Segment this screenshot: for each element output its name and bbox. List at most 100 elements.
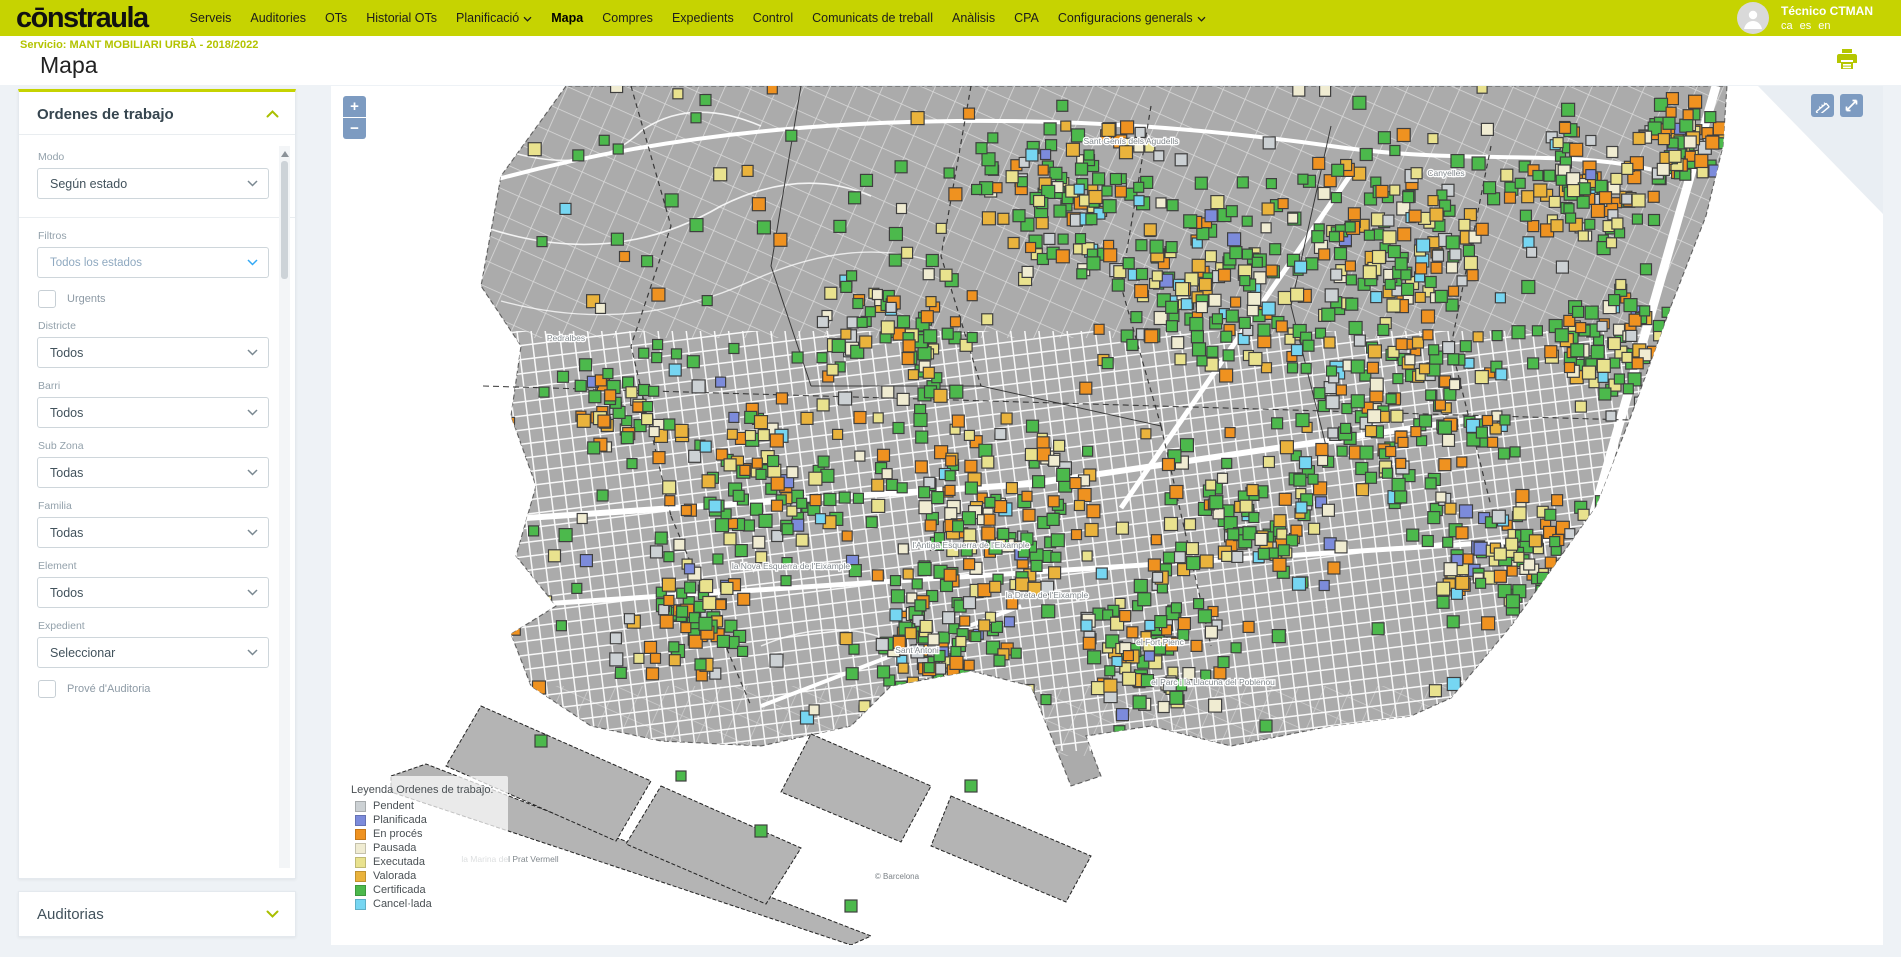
ot-marker[interactable]: [752, 458, 762, 468]
ot-marker[interactable]: [1459, 219, 1470, 230]
nav-item-comunicats-de-treball[interactable]: Comunicats de treball: [812, 11, 933, 25]
ot-marker[interactable]: [1306, 258, 1318, 270]
ot-marker[interactable]: [1409, 210, 1421, 222]
ot-marker[interactable]: [1300, 457, 1312, 469]
ot-marker[interactable]: [1242, 216, 1252, 226]
ot-marker[interactable]: [882, 469, 892, 479]
ot-marker[interactable]: [1117, 709, 1129, 721]
ot-marker[interactable]: [1205, 626, 1217, 638]
ot-marker[interactable]: [971, 632, 981, 642]
ot-marker[interactable]: [1622, 352, 1632, 362]
ot-marker[interactable]: [992, 183, 1002, 193]
ot-marker[interactable]: [946, 456, 956, 466]
ot-marker[interactable]: [942, 328, 953, 339]
ot-marker[interactable]: [1550, 537, 1560, 547]
ot-marker[interactable]: [1534, 184, 1547, 197]
ot-marker[interactable]: [782, 524, 793, 535]
work-orders-panel-header[interactable]: Ordenes de trabajo: [19, 92, 295, 135]
ot-marker[interactable]: [1016, 578, 1029, 591]
ot-marker[interactable]: [1585, 306, 1598, 319]
ot-marker[interactable]: [1648, 191, 1659, 202]
ot-marker[interactable]: [1324, 337, 1335, 348]
ot-marker[interactable]: [1495, 293, 1505, 303]
ot-marker[interactable]: [1450, 249, 1461, 260]
ot-marker[interactable]: [575, 380, 586, 391]
ot-marker[interactable]: [1349, 322, 1362, 335]
ot-marker[interactable]: [1150, 240, 1163, 253]
ot-marker[interactable]: [549, 550, 561, 562]
ot-marker[interactable]: [1102, 123, 1115, 136]
ot-marker[interactable]: [1237, 177, 1248, 188]
ot-marker[interactable]: [994, 655, 1005, 666]
ot-marker[interactable]: [1280, 441, 1293, 454]
urgents-checkbox[interactable]: Urgents: [38, 290, 269, 308]
ot-marker[interactable]: [1041, 150, 1051, 160]
ot-marker[interactable]: [1360, 149, 1372, 161]
ot-marker[interactable]: [964, 559, 975, 570]
ot-marker[interactable]: [787, 506, 797, 516]
ot-marker[interactable]: [1212, 314, 1222, 324]
ot-marker[interactable]: [1583, 366, 1596, 379]
ot-marker[interactable]: [663, 481, 676, 494]
ot-marker[interactable]: [1515, 178, 1525, 188]
ot-marker[interactable]: [1501, 169, 1513, 181]
ot-marker[interactable]: [1031, 560, 1042, 571]
nav-item-control[interactable]: Control: [753, 11, 793, 25]
ot-marker[interactable]: [853, 493, 863, 503]
ot-marker[interactable]: [1549, 196, 1560, 207]
ot-marker[interactable]: [649, 386, 659, 396]
ot-marker[interactable]: [1049, 455, 1060, 466]
ot-marker[interactable]: [1263, 137, 1275, 149]
ot-marker[interactable]: [1364, 230, 1374, 240]
ot-marker[interactable]: [729, 412, 739, 422]
ot-marker[interactable]: [1405, 355, 1415, 365]
ot-marker[interactable]: [1036, 217, 1048, 229]
ot-marker[interactable]: [1611, 173, 1622, 184]
ot-marker[interactable]: [1496, 369, 1507, 380]
ot-marker[interactable]: [1429, 685, 1441, 697]
ot-marker[interactable]: [745, 431, 755, 441]
ot-marker[interactable]: [849, 192, 861, 204]
ot-marker[interactable]: [809, 472, 822, 485]
ot-marker[interactable]: [1448, 354, 1459, 365]
ot-marker[interactable]: [1176, 283, 1189, 296]
ot-marker[interactable]: [797, 498, 807, 508]
ot-marker[interactable]: [1426, 390, 1436, 400]
ot-marker[interactable]: [1477, 86, 1487, 93]
ot-marker[interactable]: [1174, 552, 1185, 563]
ot-marker[interactable]: [1411, 168, 1422, 179]
ot-marker[interactable]: [924, 330, 937, 343]
ot-marker[interactable]: [1197, 228, 1209, 240]
ot-marker[interactable]: [1144, 651, 1154, 661]
ot-marker[interactable]: [577, 514, 587, 524]
ot-marker[interactable]: [1616, 280, 1626, 290]
ot-marker[interactable]: [898, 316, 910, 328]
ot-marker[interactable]: [951, 647, 961, 657]
ot-marker[interactable]: [716, 519, 729, 532]
nav-item-serveis[interactable]: Serveis: [190, 11, 232, 25]
ot-marker[interactable]: [1397, 129, 1410, 142]
ot-marker[interactable]: [1272, 418, 1283, 429]
ot-marker[interactable]: [944, 569, 956, 581]
ot-marker[interactable]: [1278, 292, 1291, 305]
ot-marker[interactable]: [1450, 380, 1460, 390]
ot-marker[interactable]: [626, 387, 637, 398]
zoom-out-button[interactable]: −: [343, 118, 366, 139]
ot-marker[interactable]: [1240, 276, 1250, 286]
nav-item-cpa[interactable]: CPA: [1014, 11, 1039, 25]
ot-marker[interactable]: [1514, 552, 1524, 562]
ot-marker[interactable]: [982, 212, 995, 225]
ot-marker[interactable]: [878, 666, 890, 678]
ot-marker[interactable]: [1170, 486, 1183, 499]
ot-marker[interactable]: [1528, 358, 1539, 369]
ot-marker[interactable]: [1042, 605, 1055, 618]
ot-marker[interactable]: [1133, 696, 1146, 709]
ot-marker[interactable]: [1393, 374, 1403, 384]
ot-marker[interactable]: [817, 399, 829, 411]
ot-marker[interactable]: [840, 633, 852, 645]
ot-marker[interactable]: [1242, 249, 1252, 259]
ot-marker[interactable]: [1591, 346, 1604, 359]
ot-marker[interactable]: [664, 419, 675, 430]
ot-marker[interactable]: [872, 290, 882, 300]
ot-marker[interactable]: [1610, 358, 1620, 368]
